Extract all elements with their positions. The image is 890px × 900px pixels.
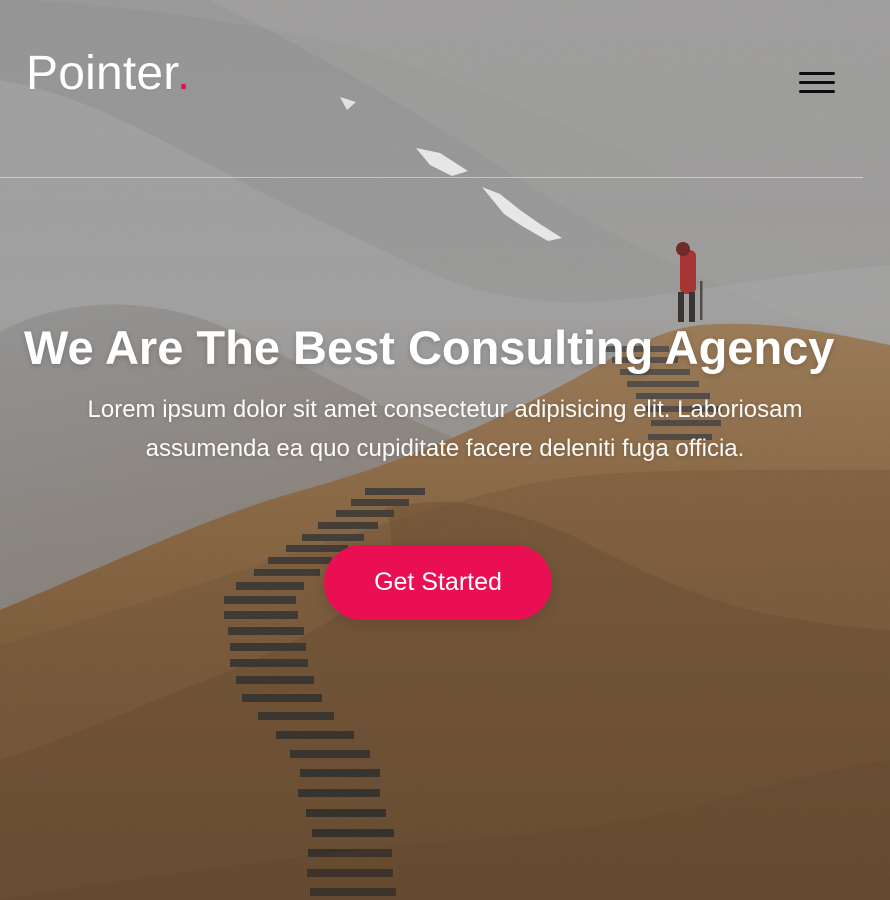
hero-title: We Are The Best Consulting Agency (24, 321, 835, 374)
hero-content: We Are The Best Consulting Agency Lorem … (0, 0, 890, 900)
hero-subtitle: Lorem ipsum dolor sit amet consectetur a… (87, 396, 803, 462)
get-started-button[interactable]: Get Started (324, 545, 552, 620)
hero-section: Pointer. We Are The Best Consulting Agen… (0, 0, 890, 900)
